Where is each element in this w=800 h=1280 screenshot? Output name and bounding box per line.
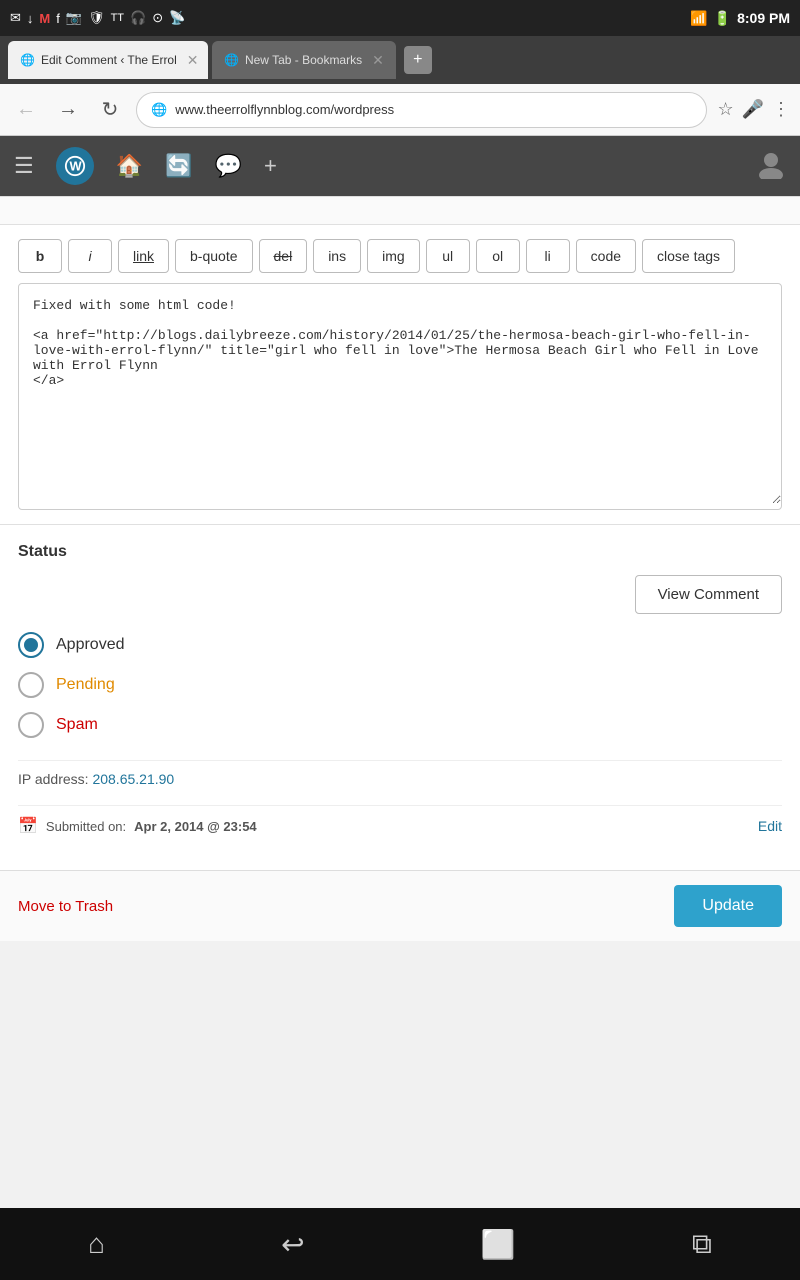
pending-radio-circle bbox=[18, 672, 44, 698]
inactive-tab-close[interactable]: ✕ bbox=[372, 52, 384, 69]
status-bar-left: ✉ ↓ M f 📷 🛡 TT 🎧 ⊙ 📡 bbox=[10, 10, 185, 26]
status-bar: ✉ ↓ M f 📷 🛡 TT 🎧 ⊙ 📡 📶 🔋 8:09 PM bbox=[0, 0, 800, 36]
wifi-icon: 📡 bbox=[169, 10, 185, 26]
time-display: 8:09 PM bbox=[737, 10, 790, 26]
main-content: b i link b-quote del ins img ul ol li co… bbox=[0, 196, 800, 941]
status-title: Status bbox=[18, 543, 782, 561]
active-tab-close[interactable]: ✕ bbox=[187, 52, 199, 69]
date-row: 📅 Submitted on: Apr 2, 2014 @ 23:54 Edit bbox=[18, 805, 782, 846]
ip-label: IP address: bbox=[18, 771, 89, 787]
voice-button[interactable]: 🎤 bbox=[742, 99, 764, 120]
signal-icon: 📶 bbox=[690, 10, 707, 27]
android-home2-btn[interactable]: ⬜ bbox=[481, 1228, 516, 1261]
edit-link[interactable]: Edit bbox=[758, 818, 782, 834]
ol-button[interactable]: ol bbox=[476, 239, 520, 273]
approved-radio-inner bbox=[24, 638, 38, 652]
view-comment-button[interactable]: View Comment bbox=[635, 575, 782, 614]
android-back-btn[interactable]: ↩ bbox=[281, 1228, 304, 1261]
close-tags-button[interactable]: close tags bbox=[642, 239, 735, 273]
spam-radio-circle bbox=[18, 712, 44, 738]
headset-icon: ⊙ bbox=[152, 10, 163, 26]
blockquote-button[interactable]: b-quote bbox=[175, 239, 252, 273]
ins-button[interactable]: ins bbox=[313, 239, 361, 273]
back-button[interactable]: ← bbox=[10, 94, 42, 126]
move-to-trash-button[interactable]: Move to Trash bbox=[18, 898, 113, 915]
meta-info: IP address: 208.65.21.90 📅 Submitted on:… bbox=[18, 760, 782, 856]
ip-address-link[interactable]: 208.65.21.90 bbox=[92, 771, 174, 787]
update-button[interactable]: Update bbox=[674, 885, 782, 927]
hamburger-menu-icon[interactable]: ☰ bbox=[14, 153, 34, 179]
inactive-tab-label: New Tab - Bookmarks bbox=[245, 53, 362, 67]
android-recents-btn[interactable]: ⧉ bbox=[692, 1228, 712, 1261]
img-button[interactable]: img bbox=[367, 239, 420, 273]
url-actions: ☆ 🎤 ⋮ bbox=[717, 99, 790, 120]
url-bar: ← → ↻ 🌐 www.theerrolflynnblog.com/wordpr… bbox=[0, 84, 800, 136]
spam-label: Spam bbox=[56, 716, 98, 734]
wp-toolbar: ☰ W 🏠 🔄 💬 + bbox=[0, 136, 800, 196]
approved-radio[interactable]: Approved bbox=[18, 632, 782, 658]
photo-icon: 📷 bbox=[66, 10, 82, 26]
forward-button[interactable]: → bbox=[52, 94, 84, 126]
spam-radio[interactable]: Spam bbox=[18, 712, 782, 738]
status-bar-right: 📶 🔋 8:09 PM bbox=[690, 10, 790, 27]
calendar-icon: 📅 bbox=[18, 816, 38, 836]
action-bar: Move to Trash Update bbox=[0, 870, 800, 941]
wp-logo-icon[interactable]: W bbox=[56, 147, 94, 185]
svg-text:W: W bbox=[69, 159, 82, 174]
format-toolbar: b i link b-quote del ins img ul ol li co… bbox=[0, 225, 800, 273]
add-icon[interactable]: + bbox=[264, 153, 277, 179]
ul-button[interactable]: ul bbox=[426, 239, 470, 273]
android-nav-bar: ⌂ ↩ ⬜ ⧉ bbox=[0, 1208, 800, 1280]
ip-row: IP address: 208.65.21.90 bbox=[18, 771, 782, 787]
italic-button[interactable]: i bbox=[68, 239, 112, 273]
del-button[interactable]: del bbox=[259, 239, 308, 273]
user-avatar[interactable] bbox=[756, 149, 786, 184]
url-display: www.theerrolflynnblog.com/wordpress bbox=[175, 102, 394, 117]
android-home-btn[interactable]: ⌂ bbox=[88, 1228, 105, 1260]
editor-top-spacer bbox=[0, 197, 800, 225]
menu-dots-button[interactable]: ⋮ bbox=[772, 99, 790, 120]
li-button[interactable]: li bbox=[526, 239, 570, 273]
status-radio-group: Approved Pending Spam bbox=[18, 632, 782, 738]
comment-icon[interactable]: 💬 bbox=[215, 153, 242, 179]
submitted-date: Apr 2, 2014 @ 23:54 bbox=[134, 819, 257, 834]
pending-label: Pending bbox=[56, 676, 115, 694]
browser-tabs: 🌐 Edit Comment ‹ The Errol ✕ 🌐 New Tab -… bbox=[0, 36, 800, 84]
gmail-icon: M bbox=[39, 11, 50, 26]
active-tab-label: Edit Comment ‹ The Errol bbox=[41, 53, 177, 67]
pending-radio[interactable]: Pending bbox=[18, 672, 782, 698]
bookmark-button[interactable]: ☆ bbox=[717, 99, 733, 120]
refresh-button[interactable]: ↻ bbox=[94, 94, 126, 126]
new-tab-button[interactable]: + bbox=[404, 46, 432, 74]
active-tab[interactable]: 🌐 Edit Comment ‹ The Errol ✕ bbox=[8, 41, 208, 79]
battery-icon: 🔋 bbox=[714, 10, 731, 27]
shield-icon: 🛡 bbox=[88, 10, 105, 26]
headphones-icon: 🎧 bbox=[130, 10, 146, 26]
view-comment-row: View Comment bbox=[18, 575, 782, 614]
date-row-left: 📅 Submitted on: Apr 2, 2014 @ 23:54 bbox=[18, 816, 257, 836]
approved-label: Approved bbox=[56, 636, 125, 654]
download-icon: ↓ bbox=[27, 11, 34, 26]
facebook-icon: f bbox=[56, 11, 60, 26]
home-icon[interactable]: 🏠 bbox=[116, 153, 143, 179]
code-button[interactable]: code bbox=[576, 239, 636, 273]
bold-button[interactable]: b bbox=[18, 239, 62, 273]
inactive-tab[interactable]: 🌐 New Tab - Bookmarks ✕ bbox=[212, 41, 396, 79]
status-section: Status View Comment Approved Pending bbox=[0, 524, 800, 866]
globe-icon: 🌐 bbox=[151, 102, 167, 118]
comment-editor: Fixed with some html code! <a href="http… bbox=[18, 283, 782, 510]
comment-textarea[interactable]: Fixed with some html code! <a href="http… bbox=[19, 284, 781, 504]
link-button[interactable]: link bbox=[118, 239, 169, 273]
approved-radio-circle bbox=[18, 632, 44, 658]
url-input-wrap[interactable]: 🌐 www.theerrolflynnblog.com/wordpress bbox=[136, 92, 707, 128]
sync-icon[interactable]: 🔄 bbox=[165, 153, 192, 179]
submitted-label: Submitted on: bbox=[46, 819, 126, 834]
active-tab-favicon: 🌐 bbox=[20, 53, 35, 67]
inactive-tab-favicon: 🌐 bbox=[224, 53, 239, 67]
email-icon: ✉ bbox=[10, 10, 21, 26]
talktalk-icon: TT bbox=[111, 12, 124, 24]
